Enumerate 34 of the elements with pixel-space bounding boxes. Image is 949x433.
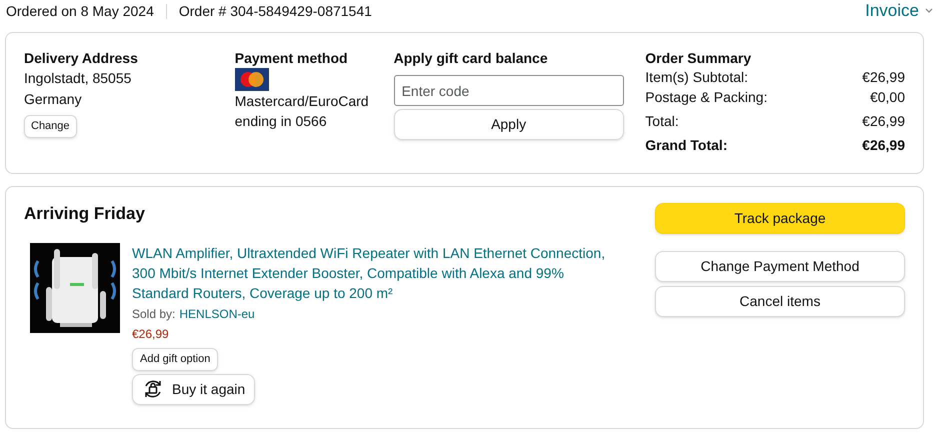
buy-again-button[interactable]: Buy it again bbox=[132, 374, 256, 404]
address-line: Ingolstadt, 85055 bbox=[24, 69, 132, 88]
summary-value: €26,99 bbox=[862, 112, 905, 131]
seller-link[interactable]: HENLSON-eu bbox=[179, 305, 255, 323]
address-line: Germany bbox=[24, 90, 82, 109]
item-price: €26,99 bbox=[132, 326, 169, 343]
product-title-link[interactable]: WLAN Amplifier, Ultraxtended WiFi Repeater with LAN Ethernet Connection, 300 Mbit/s Internet Extender Booster, Compatible with Alexa and 99% Standard Routers, Coverage up to 200 m² bbox=[132, 243, 610, 303]
action-button[interactable]: Track package bbox=[655, 203, 905, 234]
payment-line: ending in 0566 bbox=[234, 112, 327, 131]
gift-code-field[interactable]: Enter code bbox=[394, 75, 624, 106]
summary-value: €26,99 bbox=[862, 136, 905, 155]
apply-button[interactable]: Apply bbox=[394, 109, 624, 140]
section-title: Apply gift card balance bbox=[394, 49, 549, 67]
summary-value: €0,00 bbox=[870, 88, 905, 107]
section-title: Order Summary bbox=[645, 49, 752, 67]
summary-label: Grand Total: bbox=[645, 136, 728, 155]
sold-by-label: Sold by: bbox=[132, 306, 176, 323]
order-number: Order # 304-5849429-0871541 bbox=[178, 2, 372, 20]
summary-label: Postage & Packing: bbox=[645, 88, 768, 107]
invoice-link[interactable]: Invoice bbox=[865, 0, 939, 24]
section-title: Payment method bbox=[234, 49, 348, 67]
section-title: Delivery Address bbox=[24, 49, 138, 67]
summary-value: €26,99 bbox=[862, 68, 905, 87]
action-button[interactable]: Cancel items bbox=[655, 286, 905, 317]
action-button[interactable]: Change Payment Method bbox=[655, 251, 905, 282]
mastercard-icon bbox=[234, 68, 269, 91]
summary-label: Item(s) Subtotal: bbox=[645, 68, 748, 87]
summary-label: Total: bbox=[645, 112, 679, 131]
gift-option-button[interactable]: Add gift option bbox=[132, 348, 218, 370]
change-button[interactable]: Change bbox=[24, 115, 77, 138]
order-date: Ordered on 8 May 2024 bbox=[6, 2, 154, 21]
payment-line: Mastercard/EuroCard bbox=[234, 92, 369, 111]
delivery-status: Arriving Friday bbox=[24, 203, 146, 225]
chevron-down-icon bbox=[925, 8, 933, 14]
